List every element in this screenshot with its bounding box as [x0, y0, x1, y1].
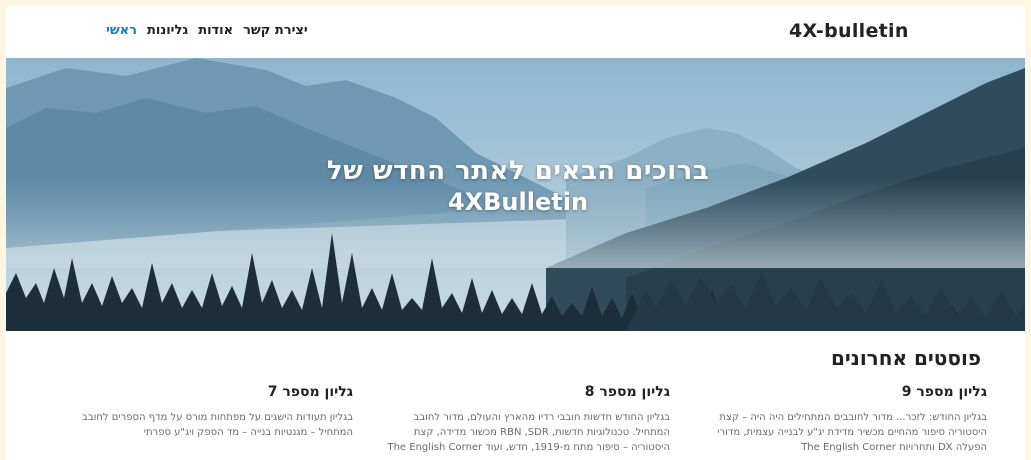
page-frame: 4X-bulletin ראשי גליונות אודות יצירת קשר: [6, 6, 1025, 460]
hero-banner: ברוכים הבאים לאתר החדש של 4XBulletin: [6, 58, 1025, 331]
site-header: 4X-bulletin ראשי גליונות אודות יצירת קשר: [6, 6, 1025, 58]
hero-heading-line1: ברוכים הבאים לאתר החדש של: [326, 156, 710, 186]
post-card: גליון מספר 7 בגליון תעודות הישגים על מפת…: [63, 384, 353, 440]
hero-heading-line2: 4XBulletin: [447, 188, 589, 216]
nav-item-about[interactable]: אודות: [198, 23, 233, 38]
post-excerpt: בגליון תעודות הישגים על מפתחות מורס על מ…: [82, 412, 353, 438]
main-nav: ראשי גליונות אודות יצירת קשר: [106, 23, 308, 38]
post-card: גליון מספר 9 בגליון החודש: לזכר... מדור …: [697, 384, 987, 455]
post-excerpt: בגליון החודש חדשות חובבי רדיו מהארץ והעו…: [387, 412, 670, 453]
site-logo[interactable]: 4X-bulletin: [789, 20, 909, 42]
post-excerpt: בגליון החודש: לזכר... מדור לחובבים המתחי…: [717, 412, 987, 453]
nav-item-issues[interactable]: גליונות: [147, 23, 188, 38]
recent-posts-title: פוסטים אחרונים: [830, 346, 981, 370]
post-title[interactable]: גליון מספר 9: [697, 384, 987, 400]
hero-heading: ברוכים הבאים לאתר החדש של 4XBulletin: [6, 156, 1025, 216]
nav-item-contact[interactable]: יצירת קשר: [243, 23, 308, 38]
post-title[interactable]: גליון מספר 7: [63, 384, 353, 400]
post-card: גליון מספר 8 בגליון החודש חדשות חובבי רד…: [380, 384, 670, 455]
post-title[interactable]: גליון מספר 8: [380, 384, 670, 400]
nav-item-home[interactable]: ראשי: [106, 23, 137, 38]
